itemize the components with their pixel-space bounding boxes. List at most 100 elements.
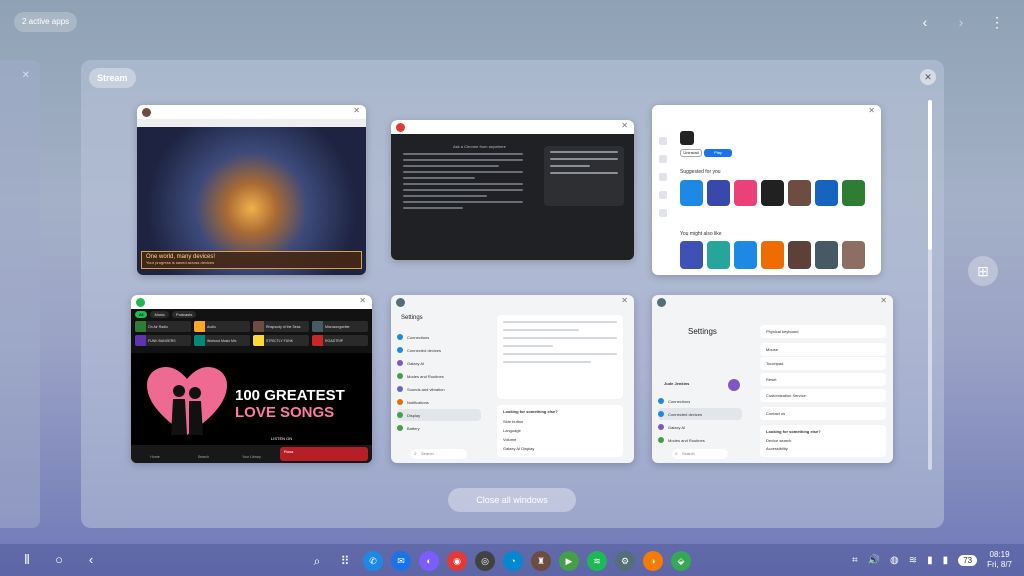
scrollbar[interactable] <box>928 100 932 470</box>
help-link[interactable]: Language <box>503 428 521 433</box>
settings-icon[interactable]: ⚙ <box>615 551 635 571</box>
window-title-bar[interactable]: ✕ <box>137 105 366 119</box>
close-icon[interactable]: ✕ <box>359 296 366 305</box>
nav-item[interactable]: Search <box>179 445 227 463</box>
play-button[interactable]: Play <box>704 149 732 157</box>
phone-icon[interactable]: ✆ <box>363 551 383 571</box>
settings-option[interactable]: Reset <box>760 373 886 386</box>
window-title-bar[interactable]: ✕ <box>391 295 634 309</box>
shortcut-tile[interactable]: Microsongwriter <box>312 321 368 332</box>
ad-banner[interactable]: 100 GREATEST LOVE SONGS LISTEN ON <box>131 353 372 445</box>
window-title-bar[interactable]: ✕ <box>131 295 372 309</box>
app-tile[interactable] <box>680 241 703 269</box>
settings-item[interactable]: Battery <box>397 422 481 434</box>
stream-title[interactable]: Stream <box>89 68 136 88</box>
filter-chip[interactable]: All <box>135 311 148 318</box>
volume-icon[interactable]: 🔊 <box>868 555 880 566</box>
settings-item[interactable]: Display <box>397 409 481 421</box>
chrome-icon[interactable]: ◉ <box>447 551 467 571</box>
close-icon[interactable]: ✕ <box>353 106 360 115</box>
help-link[interactable]: Volume <box>503 437 516 442</box>
window-title-bar[interactable]: ✕ <box>652 295 893 309</box>
settings-window-2[interactable]: ✕ Settings Jude Jenkins Looking for some… <box>652 295 893 463</box>
home-icon[interactable]: ○ <box>52 552 66 568</box>
settings-window[interactable]: ✕ Settings Looking for something else? S… <box>391 295 634 463</box>
app-tile[interactable] <box>707 180 730 206</box>
more-options-icon[interactable]: ⋮ <box>990 14 1004 31</box>
close-all-windows-button[interactable]: Close all windows <box>448 488 576 512</box>
close-icon[interactable]: ✕ <box>880 296 887 305</box>
close-icon[interactable]: ✕ <box>22 70 30 81</box>
settings-item[interactable]: Connections <box>658 395 742 407</box>
search-icon[interactable]: ⌕ <box>307 551 327 571</box>
chrome-window[interactable]: ✕ Ask a Chrome from anywhere <box>391 120 634 260</box>
settings-item[interactable]: Connected devices <box>397 344 481 356</box>
messages-icon[interactable]: ✉ <box>391 551 411 571</box>
app-tile[interactable] <box>761 241 784 269</box>
back-icon[interactable]: ‹ <box>84 552 98 568</box>
shortcut-tile[interactable]: STRICTLY FUNK <box>253 335 309 346</box>
maps-icon[interactable]: ⬙ <box>671 551 691 571</box>
window-title-bar[interactable]: ✕ <box>652 105 881 119</box>
battery-indicator[interactable]: 73 <box>958 554 978 566</box>
chevron-left-icon[interactable]: ‹ <box>918 14 932 31</box>
app-tile[interactable] <box>761 180 784 206</box>
filter-chip[interactable]: Podcasts <box>171 311 197 318</box>
play-store-window[interactable]: ✕ Uninstall Play Suggested for you You m… <box>652 105 881 275</box>
shortcut-tile[interactable]: Workout Music Mix <box>194 335 250 346</box>
notification-icon[interactable]: ◍ <box>890 555 899 566</box>
app-tile[interactable] <box>680 180 703 206</box>
crunchyroll-icon[interactable]: ◑ <box>643 551 663 571</box>
settings-item[interactable]: Connections <box>397 331 481 343</box>
filter-chip[interactable]: Music <box>150 311 169 318</box>
settings-option[interactable]: Touchpad <box>760 357 886 370</box>
settings-option[interactable]: Mouse <box>760 343 886 356</box>
recent-apps-icon[interactable]: ⦀ <box>20 552 34 568</box>
chevron-right-icon[interactable]: › <box>954 14 968 31</box>
search-input[interactable]: Search <box>672 449 728 459</box>
shortcut-tile[interactable]: ROADTRIP <box>312 335 368 346</box>
app-tile[interactable] <box>734 180 757 206</box>
help-link[interactable]: Galaxy AI Display <box>503 446 534 451</box>
shortcut-tile[interactable]: On Air Radio <box>135 321 191 332</box>
settings-item[interactable]: Notifications <box>397 396 481 408</box>
camera-icon[interactable]: ◎ <box>475 551 495 571</box>
settings-item[interactable]: Galaxy AI <box>658 421 742 433</box>
app-tile[interactable] <box>734 241 757 269</box>
spotify-icon[interactable]: ≋ <box>587 551 607 571</box>
previous-stream-panel[interactable]: ✕ <box>0 60 40 528</box>
close-icon[interactable]: ✕ <box>621 121 628 130</box>
app-tile[interactable] <box>788 180 811 206</box>
settings-option[interactable]: Customization Service <box>760 389 886 402</box>
window-title-bar[interactable]: ✕ <box>391 120 634 134</box>
edge-icon[interactable]: ◔ <box>503 551 523 571</box>
settings-item[interactable]: Sounds and vibration <box>397 383 481 395</box>
add-window-button[interactable]: ⊞ <box>968 256 998 286</box>
spotify-window[interactable]: ✕ All Music Podcasts On Air Radio Audio Rhap… <box>131 295 372 463</box>
settings-item[interactable]: Modes and Routines <box>658 434 742 446</box>
settings-item[interactable]: Connected devices <box>658 408 742 420</box>
messenger-icon[interactable]: ◐ <box>419 551 439 571</box>
app-drawer-icon[interactable]: ⠿ <box>335 551 355 571</box>
app-tile[interactable] <box>815 241 838 269</box>
app-tile[interactable] <box>842 241 865 269</box>
nav-item[interactable]: Home <box>131 445 179 463</box>
nav-item[interactable]: Your Library <box>227 445 275 463</box>
shortcut-tile[interactable]: Audio <box>194 321 250 332</box>
help-link[interactable]: Accessibility <box>766 446 788 451</box>
play-store-icon[interactable]: ▶ <box>559 551 579 571</box>
settings-option[interactable]: Contact us <box>760 407 886 420</box>
search-input[interactable]: Search <box>411 449 467 459</box>
close-icon[interactable]: ✕ <box>621 296 628 305</box>
game-icon[interactable]: ♜ <box>531 551 551 571</box>
game-window[interactable]: ✕ One world, many devices! Your progress… <box>137 105 366 275</box>
app-tile[interactable] <box>842 180 865 206</box>
settings-item[interactable]: Modes and Routines <box>397 370 481 382</box>
help-link[interactable]: Device search <box>766 438 791 443</box>
app-tile[interactable] <box>707 241 730 269</box>
active-apps-pill[interactable]: 2 active apps <box>14 12 78 32</box>
settings-item[interactable]: Galaxy AI <box>397 357 481 369</box>
close-icon[interactable]: ✕ <box>868 106 875 115</box>
avatar[interactable] <box>728 379 740 391</box>
app-tile[interactable] <box>788 241 811 269</box>
